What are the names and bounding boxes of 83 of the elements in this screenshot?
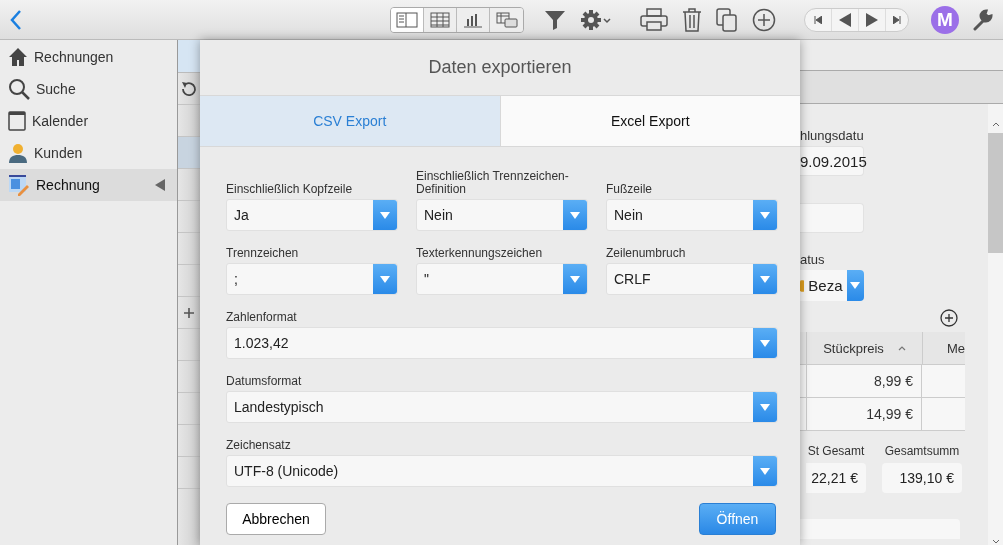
field-label: Zahlenformat [226, 311, 298, 324]
dropdown-field[interactable]: 1.023,42 [226, 327, 778, 359]
sort-icon [897, 345, 906, 351]
form-view-icon [396, 11, 418, 28]
dropdown-field[interactable]: UTF-8 (Unicode) [226, 455, 778, 487]
dropdown-arrow-icon [570, 275, 580, 283]
field-label: hlungsdatu [800, 128, 864, 143]
cancel-button[interactable]: Abbrechen [226, 503, 326, 535]
filter-icon[interactable] [544, 8, 566, 31]
field-label: Trennzeichen [226, 247, 300, 260]
dialog-title: Daten exportieren [428, 57, 572, 78]
layout-icon [495, 11, 518, 28]
table-icon [430, 11, 450, 28]
dropdown-field[interactable]: Nein [606, 199, 778, 231]
skip-end-icon [893, 15, 901, 24]
back-icon[interactable] [10, 8, 22, 31]
dropdown-arrow-icon [850, 282, 861, 289]
calendar-icon [8, 111, 26, 131]
print-icon[interactable] [640, 7, 668, 32]
home-icon [8, 47, 28, 67]
search-icon [8, 78, 30, 100]
dropdown-arrow-icon [760, 275, 770, 283]
sidebar-item[interactable]: Kunden [0, 137, 177, 169]
text-field[interactable] [800, 519, 960, 539]
sidebar-item[interactable]: Kalender [0, 105, 177, 137]
scrollbar-thumb[interactable] [988, 133, 1003, 253]
table-cell: 14,99 € [807, 398, 922, 430]
field-label: Texterkennungszeichen [416, 247, 544, 260]
dropdown-field[interactable]: Ja [226, 199, 398, 231]
status-dropdown[interactable]: Beza [800, 270, 864, 301]
form-edit-icon [8, 174, 30, 196]
dropdown-field[interactable]: ; [226, 263, 398, 295]
table-view-button[interactable] [424, 7, 457, 32]
dropdown-arrow-icon [760, 467, 770, 475]
person-icon [8, 143, 28, 163]
scroll-down-icon[interactable] [991, 539, 1000, 545]
field-label: atus [800, 252, 825, 267]
total-field: 139,10 € [882, 463, 962, 493]
settings-icon[interactable] [580, 8, 612, 31]
column-header[interactable]: Me [923, 332, 965, 364]
add-icon[interactable] [940, 309, 958, 327]
column-header[interactable]: Stückpreis [807, 332, 923, 364]
export-tab[interactable]: Excel Export [499, 96, 800, 146]
dropdown-arrow-icon [760, 211, 770, 219]
dropdown-arrow-icon [380, 275, 390, 283]
print-layout-button[interactable] [490, 7, 523, 32]
sidebar-item[interactable]: Rechnungen [0, 41, 177, 73]
sidebar-item[interactable]: Rechnung [0, 169, 177, 201]
refresh-icon[interactable] [181, 80, 197, 97]
wrench-icon[interactable] [973, 8, 993, 31]
text-field[interactable] [800, 203, 864, 233]
bar-chart-icon [463, 11, 483, 28]
field-label: Gesamtsumm [884, 444, 960, 458]
user-avatar[interactable]: M [931, 5, 959, 34]
field-label: Datumsformat [226, 375, 303, 388]
dropdown-field[interactable]: CRLF [606, 263, 778, 295]
dropdown-field[interactable]: Landestypisch [226, 391, 778, 423]
field-label: Zeilenumbruch [606, 247, 687, 260]
dropdown-field[interactable]: Nein [416, 199, 588, 231]
add-icon[interactable] [752, 7, 776, 32]
copy-icon[interactable] [716, 7, 738, 32]
dropdown-arrow-icon [760, 339, 770, 347]
field-label: Einschließlich Trennzeichen-Definition [416, 170, 570, 196]
trash-icon[interactable] [682, 7, 702, 32]
add-row-icon[interactable] [184, 307, 194, 318]
field-label: St Gesamt [807, 444, 865, 458]
scrollbar[interactable] [988, 104, 1003, 545]
field-label: Zeichensatz [226, 439, 292, 452]
dropdown-arrow-icon [380, 211, 390, 219]
left-triangle-icon [838, 12, 852, 27]
scroll-up-icon[interactable] [991, 121, 1000, 127]
collapse-arrow-icon[interactable] [155, 179, 165, 191]
chart-view-button[interactable] [457, 7, 490, 32]
sidebar-item[interactable]: Suche [0, 73, 177, 105]
dropdown-arrow-icon [570, 211, 580, 219]
field-label: Fußzeile [606, 183, 653, 196]
right-triangle-icon [865, 12, 879, 27]
dropdown-field[interactable]: " [416, 263, 588, 295]
total-field: 22,21 € [806, 463, 866, 493]
table-cell: 8,99 € [807, 365, 922, 397]
skip-start-icon [814, 15, 822, 24]
field-label: Einschließlich Kopfzeile [226, 183, 354, 196]
dropdown-arrow-icon [760, 403, 770, 411]
